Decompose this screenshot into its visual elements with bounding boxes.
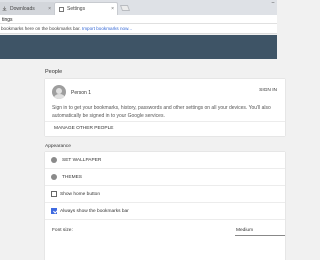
bookmarks-message: bookmarks here on the bookmarks bar.	[1, 26, 81, 31]
tab-label: Settings	[67, 6, 86, 12]
omnibox-text[interactable]: tings	[2, 17, 13, 23]
bookmarks-bar: bookmarks here on the bookmarks bar. Imp…	[0, 24, 277, 34]
avatar-body	[53, 94, 65, 99]
people-section-title: People	[45, 69, 63, 75]
bookmarks-bar-checkbox[interactable]	[51, 208, 57, 214]
download-icon	[2, 6, 7, 11]
bookmarks-bar-row[interactable]: Always show the bookmarks bar	[45, 203, 285, 220]
home-button-label: Show home button	[60, 191, 101, 197]
settings-content: People Person 1 SIGN IN Sign in to get y…	[45, 59, 285, 260]
set-wallpaper-label[interactable]: SET WALLPAPER	[62, 158, 101, 163]
bookmarks-bar-label: Always show the bookmarks bar	[60, 208, 129, 214]
close-tab-icon[interactable]: ×	[48, 6, 51, 12]
tab-downloads[interactable]: Downloads ×	[0, 2, 54, 15]
divider	[45, 121, 285, 122]
address-bar[interactable]: tings	[0, 15, 277, 24]
themes-label[interactable]: THEMES	[62, 175, 82, 180]
window-controls: –	[269, 0, 277, 7]
avatar-head	[56, 87, 62, 94]
minimize-button[interactable]: –	[269, 0, 277, 7]
tab-settings[interactable]: Settings ×	[54, 2, 118, 15]
themes-row[interactable]: THEMES	[45, 169, 285, 186]
sign-in-description: Sign in to get your bookmarks, history, …	[52, 105, 271, 119]
appearance-card: SET WALLPAPER THEMES Show home button Al…	[45, 152, 285, 260]
settings-header	[0, 35, 277, 59]
sign-in-button[interactable]: SIGN IN	[259, 88, 277, 93]
themes-icon	[51, 174, 57, 180]
new-tab-button[interactable]	[119, 5, 131, 11]
font-size-select-underline	[235, 235, 285, 236]
person-name: Person 1	[71, 90, 92, 96]
avatar	[52, 85, 66, 99]
close-tab-icon[interactable]: ×	[111, 6, 114, 12]
font-size-label: Font size:	[52, 227, 73, 233]
import-bookmarks-link[interactable]: Import bookmarks now...	[82, 26, 132, 31]
set-wallpaper-row[interactable]: SET WALLPAPER	[45, 152, 285, 169]
font-size-row: Font size: Medium	[45, 220, 285, 240]
manage-other-people-button[interactable]: MANAGE OTHER PEOPLE	[54, 126, 113, 131]
people-card: Person 1 SIGN IN Sign in to get your boo…	[45, 79, 285, 136]
appearance-section-title: Appearance	[45, 144, 71, 149]
settings-page-icon	[59, 6, 64, 12]
tab-label: Downloads	[10, 5, 35, 12]
home-button-row[interactable]: Show home button	[45, 186, 285, 203]
font-size-select[interactable]: Medium	[236, 228, 253, 233]
wallpaper-icon	[51, 157, 57, 163]
home-button-checkbox[interactable]	[51, 191, 57, 197]
tab-strip: Downloads × Settings × –	[0, 0, 277, 15]
